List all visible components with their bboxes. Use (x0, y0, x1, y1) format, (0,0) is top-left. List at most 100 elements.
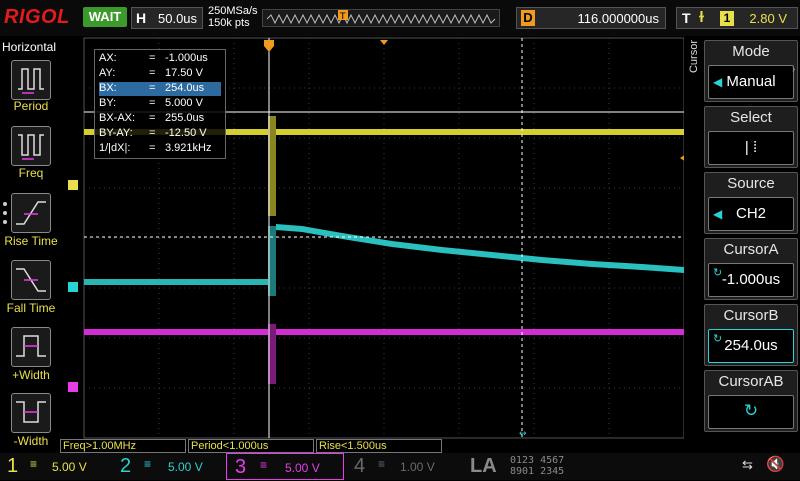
run-status-badge[interactable]: WAIT (83, 7, 127, 27)
memory-position-bar[interactable]: T (262, 9, 500, 27)
ch2-status[interactable]: 2 ≡ 5.00 V (112, 453, 226, 480)
ch1-number: 1 (7, 455, 19, 477)
rising-edge-icon: ɫ (699, 9, 704, 26)
ch3-scale: 5.00 V (285, 461, 320, 475)
select-value-box: | ⁞ (708, 131, 794, 165)
period-button[interactable] (11, 60, 51, 100)
period-label: Period (13, 99, 49, 113)
menu-title: Cursor (688, 40, 700, 74)
neg-width-button[interactable] (11, 393, 51, 433)
mode-value-box: ◀ Manual (708, 65, 794, 99)
ch1-ground-marker[interactable] (68, 180, 78, 190)
select-softkey[interactable]: Select | ⁞ (704, 106, 798, 168)
cursor-readout-table: AX: = -1.000us AY: = 17.50 V BX: = 254.0us BY:… (94, 49, 226, 159)
rise-time-label: Rise Time (4, 234, 58, 248)
trigger-label: T (682, 10, 691, 26)
cursor-b-drag-icon: ↔ (519, 429, 527, 439)
cursor-b-value: 254.0us (724, 337, 778, 354)
svg-text:T: T (339, 12, 346, 22)
readout-row-bx: BX: = 254.0us (99, 82, 221, 96)
left-panel-title: Horizontal (2, 40, 57, 54)
readout-row-ay: AY: = 17.50 V (99, 67, 203, 79)
horizontal-timebase-box[interactable]: H 50.0us (131, 7, 203, 29)
trigger-channel: 1 (720, 11, 734, 26)
ch2-scale: 5.00 V (168, 460, 203, 474)
timebase-value: 50.0us (158, 11, 198, 26)
rise-time-button[interactable] (11, 193, 51, 233)
ch1-status[interactable]: 1 ≡ 5.00 V (0, 453, 112, 480)
sample-rate: 250MSa/s (208, 5, 258, 17)
ch2-number: 2 (120, 455, 132, 477)
scroll-dots-icon (2, 200, 8, 226)
pos-width-label: +Width (12, 368, 50, 382)
acquisition-info: 250MSa/s 150k pts (208, 5, 258, 29)
ch4-scale: 1.00 V (400, 460, 435, 474)
ch3-trace-post (276, 329, 684, 335)
la-status[interactable]: LA 0123 4567 8901 2345 (462, 453, 602, 480)
readout-row-by: BY: = 5.000 V (99, 97, 203, 109)
la-bits-top: 0123 4567 (510, 455, 565, 466)
dc-coupling-icon: ≡ (260, 458, 268, 472)
dc-coupling-icon: ≡ (378, 457, 386, 471)
ch2-trace-pre (84, 279, 270, 285)
delay-box[interactable]: D 116.000000us (516, 7, 666, 29)
fall-time-button[interactable] (11, 260, 51, 300)
source-value: CH2 (735, 205, 766, 222)
ch2-ground-marker[interactable] (68, 282, 78, 292)
source-softkey[interactable]: Source ◀ CH2 (704, 172, 798, 234)
mode-label: Mode (732, 43, 770, 60)
ch4-number: 4 (354, 455, 366, 477)
readout-row-by-ay: BY-AY: = -12.50 V (99, 127, 207, 139)
readout-row-inv-dx: 1/|dX|: = 3.921kHz (99, 142, 212, 154)
dc-coupling-icon: ≡ (144, 457, 152, 471)
delay-value: 116.000000us (577, 11, 659, 26)
memory-depth: 150k pts (208, 17, 250, 29)
rotate-knob-icon: ↻ (743, 401, 759, 420)
dc-coupling-icon: ≡ (30, 457, 38, 471)
mode-softkey[interactable]: Mode ◀ Manual (704, 40, 798, 102)
source-label: Source (727, 175, 775, 192)
meas-period[interactable]: Period<1.000us (188, 439, 314, 453)
readout-row-ax: AX: = -1.000us (99, 52, 208, 64)
select-value: | ⁞ (744, 139, 758, 156)
ch1-scale: 5.00 V (52, 460, 87, 474)
freq-icon (18, 134, 44, 160)
usb-icon: ⇆ (742, 457, 753, 472)
fall-time-label: Fall Time (6, 301, 56, 315)
cursor-a-label: CursorA (723, 241, 779, 258)
la-label: LA (470, 455, 497, 477)
cursor-a-softkey[interactable]: CursorA ↻ -1.000us (704, 238, 798, 300)
mode-value: Manual (726, 73, 776, 90)
pos-width-button[interactable] (11, 327, 51, 367)
cursor-b-softkey[interactable]: CursorB ↻ 254.0us (704, 304, 798, 366)
cursor-a-value-box: ↻ -1.000us (708, 263, 794, 297)
horizontal-label: H (136, 10, 147, 26)
meas-freq[interactable]: Freq>1.00MHz (60, 439, 186, 453)
brand-logo: RIGOL (4, 6, 70, 28)
delay-label: D (521, 10, 535, 26)
ch4-status[interactable]: 4 ≡ 1.00 V (344, 453, 460, 480)
readout-row-bx-ax: BX-AX: = 255.0us (99, 112, 205, 124)
trigger-box[interactable]: T ɫ 1 2.80 V (676, 7, 798, 29)
ch1-trace-post (276, 129, 684, 135)
trigger-level: 2.80 V (749, 11, 787, 26)
freq-button[interactable] (11, 126, 51, 166)
ch3-number: 3 (235, 456, 247, 478)
positive-width-icon (16, 335, 46, 357)
cursor-b-label: CursorB (723, 307, 779, 324)
meas-rise[interactable]: Rise<1.500us (316, 439, 442, 453)
speaker-muted-icon[interactable]: 🔇 (766, 455, 785, 473)
la-bits-bottom: 8901 2345 (510, 466, 565, 477)
cursor-ab-label: CursorAB (718, 373, 784, 390)
cursor-a-value: -1.000us (721, 271, 781, 288)
freq-label: Freq (18, 166, 44, 180)
ch3-ground-marker[interactable] (68, 382, 78, 392)
neg-width-label: -Width (13, 434, 49, 448)
negative-width-icon (16, 401, 46, 423)
select-label: Select (730, 109, 772, 126)
fall-time-icon (16, 268, 46, 292)
ch3-trace-pre (84, 329, 270, 335)
side-marker-icon: › (792, 64, 796, 75)
ch3-status[interactable]: 3 ≡ 5.00 V (226, 453, 344, 480)
cursor-ab-softkey[interactable]: CursorAB ↻ (704, 370, 798, 432)
